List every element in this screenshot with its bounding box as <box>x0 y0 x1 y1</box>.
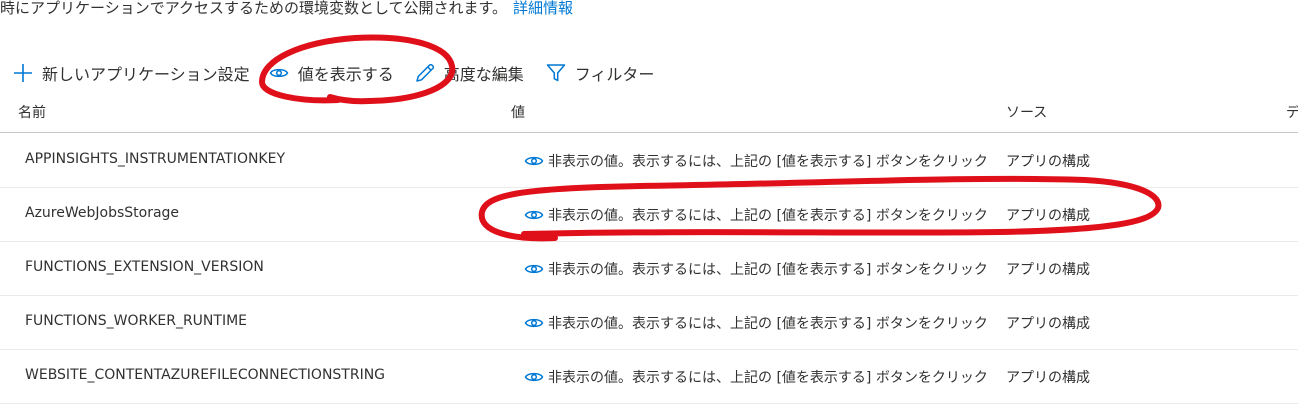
eye-icon <box>524 154 544 168</box>
advanced-edit-button[interactable]: 高度な編集 <box>414 61 524 85</box>
show-values-label: 値を表示する <box>297 65 394 84</box>
setting-name[interactable]: AzureWebJobsStorage <box>25 205 179 221</box>
filter-button[interactable]: フィルター <box>545 61 655 85</box>
hidden-value-text: 非表示の値。表示するには、上記の [値を表示する] ボタンをクリック <box>548 208 988 224</box>
hidden-value-text: 非表示の値。表示するには、上記の [値を表示する] ボタンをクリック <box>548 370 988 386</box>
hidden-value-text: 非表示の値。表示するには、上記の [値を表示する] ボタンをクリック <box>548 154 988 170</box>
setting-source: アプリの構成 <box>1006 316 1090 332</box>
setting-name[interactable]: WEBSITE_CONTENTAZUREFILECONNECTIONSTRING <box>25 367 385 383</box>
eye-icon <box>524 262 544 276</box>
hidden-value[interactable]: 非表示の値。表示するには、上記の [値を表示する] ボタンをクリック <box>524 205 994 225</box>
hidden-value-text: 非表示の値。表示するには、上記の [値を表示する] ボタンをクリック <box>548 262 988 278</box>
advanced-edit-label: 高度な編集 <box>443 65 524 84</box>
table-header: 名前 値 ソース デ <box>0 96 1298 133</box>
setting-source: アプリの構成 <box>1006 208 1090 224</box>
setting-source: アプリの構成 <box>1006 262 1090 278</box>
hidden-value[interactable]: 非表示の値。表示するには、上記の [値を表示する] ボタンをクリック <box>524 151 994 171</box>
new-app-setting-button[interactable]: 新しいアプリケーション設定 <box>12 61 250 85</box>
show-values-button[interactable]: 値を表示する <box>269 61 394 85</box>
setting-source: アプリの構成 <box>1006 154 1090 170</box>
eye-icon <box>524 316 544 330</box>
description-text: 時にアプリケーションでアクセスするための環境変数として公開されます。 詳細情報 <box>0 0 573 18</box>
hidden-value[interactable]: 非表示の値。表示するには、上記の [値を表示する] ボタンをクリック <box>524 259 994 279</box>
plus-icon <box>12 62 34 84</box>
hidden-value[interactable]: 非表示の値。表示するには、上記の [値を表示する] ボタンをクリック <box>524 313 994 333</box>
filter-icon <box>545 62 567 84</box>
column-header-extra[interactable]: デ <box>1286 102 1298 122</box>
pencil-icon <box>414 62 436 84</box>
eye-icon <box>524 208 544 222</box>
learn-more-link[interactable]: 詳細情報 <box>513 0 573 17</box>
table-row[interactable]: FUNCTIONS_EXTENSION_VERSION 非表示の値。表示するには… <box>0 241 1298 296</box>
setting-name[interactable]: FUNCTIONS_EXTENSION_VERSION <box>25 259 264 275</box>
eye-icon <box>269 62 289 84</box>
description-body: 時にアプリケーションでアクセスするための環境変数として公開されます。 <box>0 0 508 17</box>
setting-name[interactable]: APPINSIGHTS_INSTRUMENTATIONKEY <box>25 151 285 167</box>
column-header-source[interactable]: ソース <box>1006 102 1047 122</box>
setting-source: アプリの構成 <box>1006 370 1090 386</box>
column-header-value[interactable]: 値 <box>511 102 525 122</box>
column-header-name[interactable]: 名前 <box>18 102 46 122</box>
setting-name[interactable]: FUNCTIONS_WORKER_RUNTIME <box>25 313 247 329</box>
table-row[interactable]: APPINSIGHTS_INSTRUMENTATIONKEY 非表示の値。表示す… <box>0 133 1298 188</box>
eye-icon <box>524 370 544 384</box>
hidden-value[interactable]: 非表示の値。表示するには、上記の [値を表示する] ボタンをクリック <box>524 367 994 387</box>
new-app-setting-label: 新しいアプリケーション設定 <box>42 65 250 84</box>
table-row[interactable]: FUNCTIONS_WORKER_RUNTIME 非表示の値。表示するには、上記… <box>0 295 1298 350</box>
hidden-value-text: 非表示の値。表示するには、上記の [値を表示する] ボタンをクリック <box>548 316 988 332</box>
toolbar: 新しいアプリケーション設定 値を表示する 高度な編集 フィルター <box>12 59 654 87</box>
table-row[interactable]: WEBSITE_CONTENTAZUREFILECONNECTIONSTRING… <box>0 349 1298 404</box>
table-row[interactable]: AzureWebJobsStorage 非表示の値。表示するには、上記の [値を… <box>0 187 1298 242</box>
filter-label: フィルター <box>574 65 655 84</box>
